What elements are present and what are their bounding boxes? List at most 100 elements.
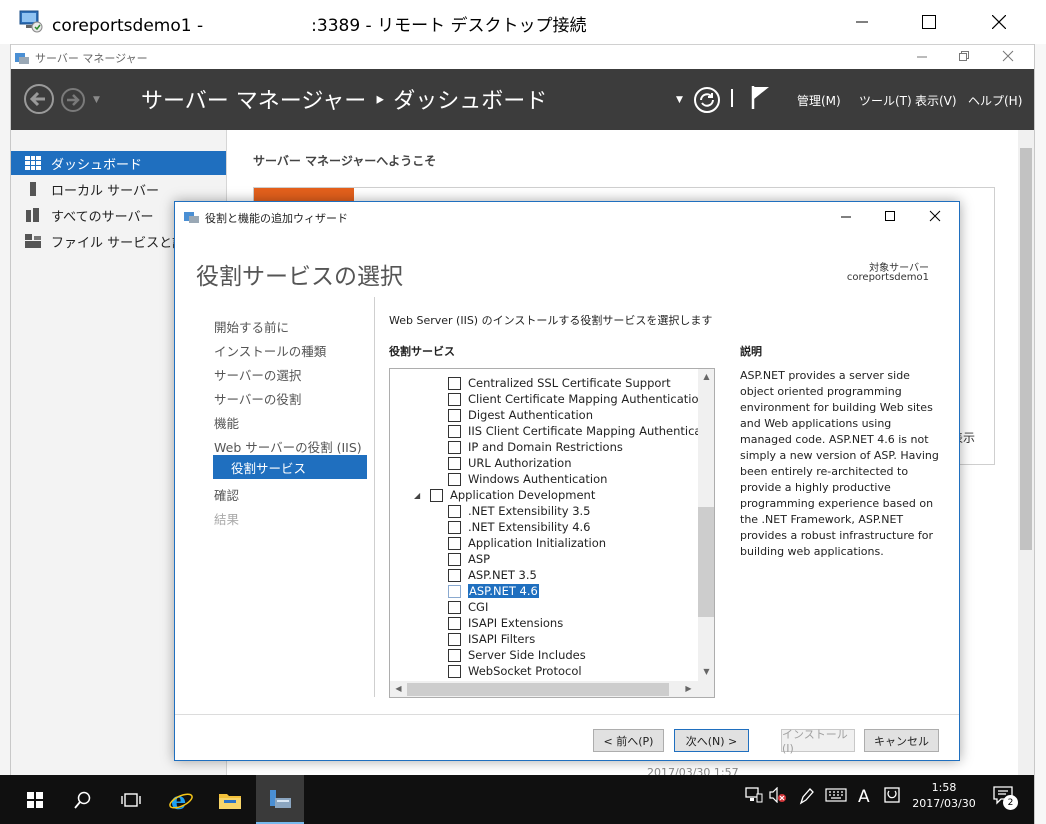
clock-time[interactable]: 1:58 (912, 781, 976, 794)
role-service-item[interactable]: Server Side Includes (448, 647, 586, 663)
tree-expander-icon[interactable]: ◢ (414, 491, 422, 500)
step-role-services[interactable]: 役割サービス (213, 455, 367, 479)
role-service-item[interactable]: Digest Authentication (448, 407, 593, 423)
ime-mode-indicator[interactable]: A (858, 787, 870, 807)
refresh-button[interactable] (693, 86, 721, 117)
role-service-checkbox[interactable] (448, 520, 461, 534)
role-service-checkbox[interactable] (448, 456, 461, 470)
list-scroll-thumb[interactable] (698, 507, 714, 617)
role-service-item[interactable]: .NET Extensibility 3.5 (448, 503, 590, 519)
pen-icon[interactable] (798, 787, 814, 809)
scroll-up-icon[interactable]: ▲ (698, 372, 714, 381)
role-service-item[interactable]: URL Authorization (448, 455, 572, 471)
next-button[interactable]: 次へ(N) > (674, 729, 749, 752)
menu-manage[interactable]: 管理(M) (797, 92, 841, 109)
list-horizontal-scrollbar[interactable]: ◀ ▶ (390, 681, 698, 697)
role-service-checkbox[interactable] (448, 616, 461, 630)
nav-local-server[interactable]: ローカル サーバー (11, 177, 226, 201)
sm-minimize-button[interactable] (916, 50, 928, 65)
notifications-flag-button[interactable] (749, 83, 773, 114)
role-service-item[interactable]: WebSocket Protocol (448, 663, 582, 679)
task-view-button[interactable] (107, 775, 155, 824)
previous-button[interactable]: < 前へ(P) (593, 729, 664, 752)
volume-muted-icon[interactable] (769, 786, 787, 807)
step-server-selection[interactable]: サーバーの選択 (214, 365, 301, 384)
scroll-left-icon[interactable]: ◀ (390, 684, 407, 693)
install-button[interactable]: インストール(I) (781, 728, 855, 755)
step-features[interactable]: 機能 (214, 413, 239, 432)
wizard-minimize-button[interactable] (840, 210, 852, 225)
wizard-maximize-button[interactable] (884, 210, 896, 225)
internet-explorer-button[interactable]: e (157, 775, 205, 824)
role-service-checkbox[interactable] (448, 600, 461, 614)
step-confirmation[interactable]: 確認 (214, 485, 239, 504)
sm-restore-button[interactable] (958, 50, 970, 65)
role-service-item[interactable]: Application Initialization (448, 535, 606, 551)
role-service-item[interactable]: .NET Extensibility 4.6 (448, 519, 590, 535)
role-service-item[interactable]: Client Certificate Mapping Authenticatio… (448, 391, 706, 407)
cancel-button[interactable]: キャンセル (864, 729, 939, 752)
back-button[interactable] (23, 83, 55, 118)
role-service-checkbox[interactable] (448, 536, 461, 550)
role-service-item[interactable]: ASP.NET 3.5 (448, 567, 537, 583)
role-service-checkbox[interactable] (448, 568, 461, 582)
history-dropdown-icon[interactable]: ▼ (93, 95, 100, 105)
wizard-close-button[interactable] (929, 210, 941, 225)
role-service-checkbox[interactable] (448, 440, 461, 454)
role-services-list[interactable]: Centralized SSL Certificate Support Clien… (389, 368, 715, 698)
role-service-checkbox[interactable] (430, 488, 443, 502)
role-service-item[interactable]: ASP.NET 4.6 (448, 583, 539, 599)
rdp-minimize-button[interactable] (839, 6, 885, 38)
role-service-checkbox[interactable] (448, 632, 461, 646)
network-icon[interactable] (745, 787, 763, 807)
step-web-server-role[interactable]: Web サーバーの役割 (IIS) (214, 437, 362, 456)
list-vertical-scrollbar[interactable]: ▲ ▼ (698, 369, 714, 681)
step-server-roles[interactable]: サーバーの役割 (214, 389, 301, 408)
rdp-maximize-button[interactable] (906, 6, 952, 38)
scroll-down-icon[interactable]: ▼ (698, 667, 714, 676)
list-hscroll-thumb[interactable] (407, 683, 669, 696)
sm-close-button[interactable] (1002, 50, 1014, 65)
forward-button[interactable] (60, 87, 86, 116)
touch-keyboard-icon[interactable] (825, 787, 847, 806)
role-service-checkbox[interactable] (448, 648, 461, 662)
role-service-item[interactable]: ISAPI Filters (448, 631, 535, 647)
role-service-checkbox[interactable] (448, 552, 461, 566)
scrollbar-thumb[interactable] (1020, 148, 1032, 550)
role-service-checkbox[interactable] (448, 376, 461, 390)
role-service-item[interactable]: ◢ Application Development (414, 487, 595, 503)
refresh-dropdown-icon[interactable]: ▼ (676, 95, 683, 105)
role-service-item[interactable]: Windows Authentication (448, 471, 607, 487)
step-installation-type[interactable]: インストールの種類 (214, 341, 326, 360)
role-service-checkbox[interactable] (448, 392, 461, 406)
ime-pad-icon[interactable] (884, 787, 900, 807)
role-service-item[interactable]: Centralized SSL Certificate Support (448, 375, 671, 391)
role-service-checkbox[interactable] (448, 424, 461, 438)
role-service-item[interactable]: CGI (448, 599, 488, 615)
file-explorer-button[interactable] (206, 775, 254, 824)
role-service-checkbox[interactable] (448, 472, 461, 486)
server-manager-scrollbar[interactable] (1018, 130, 1034, 775)
menu-help[interactable]: ヘルプ(H) (968, 92, 1022, 109)
role-service-checkbox[interactable] (448, 504, 461, 518)
rdp-close-button[interactable] (976, 6, 1022, 38)
step-before-you-begin[interactable]: 開始する前に (214, 317, 289, 336)
menu-view[interactable]: 表示(V) (915, 92, 957, 109)
role-service-checkbox[interactable] (448, 584, 461, 598)
role-service-label: ASP.NET 3.5 (468, 568, 537, 582)
clock-date[interactable]: 2017/03/30 (912, 797, 976, 810)
search-button[interactable] (59, 775, 107, 824)
server-manager-taskbar-button[interactable] (256, 775, 304, 824)
role-service-item[interactable]: ASP (448, 551, 490, 567)
role-service-item[interactable]: ISAPI Extensions (448, 615, 563, 631)
menu-tools[interactable]: ツール(T) (859, 92, 912, 109)
role-service-item[interactable]: IIS Client Certificate Mapping Authentic… (448, 423, 714, 439)
role-service-item[interactable]: IP and Domain Restrictions (448, 439, 623, 455)
scroll-right-icon[interactable]: ▶ (680, 684, 697, 693)
start-button[interactable] (11, 775, 59, 824)
role-service-checkbox[interactable] (448, 408, 461, 422)
server-manager-header: ▼ サーバー マネージャー ‣ ダッシュボード ▼ 管理(M) ツール(T) 表… (11, 69, 1034, 130)
role-service-checkbox[interactable] (448, 664, 461, 678)
nav-dashboard[interactable]: ダッシュボード (11, 151, 226, 175)
folder-icon (219, 793, 241, 809)
